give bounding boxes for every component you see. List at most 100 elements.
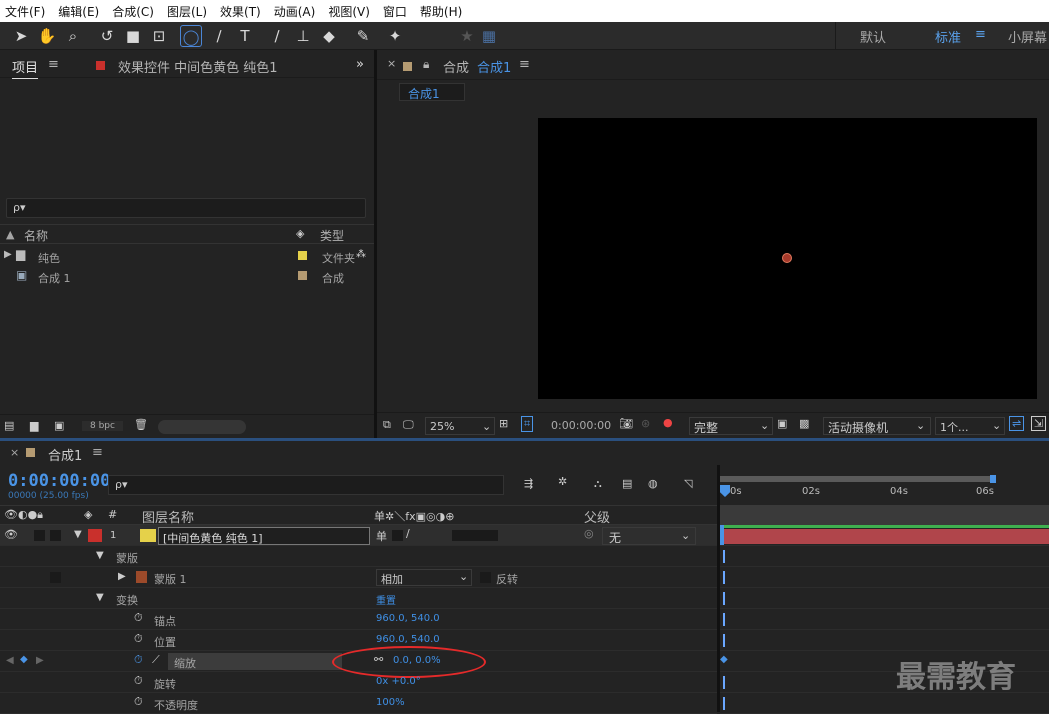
composition-canvas[interactable] — [538, 118, 1037, 399]
menu-composition[interactable]: 合成(C) — [111, 3, 160, 20]
brush-tool-icon[interactable]: ∕ — [266, 25, 288, 47]
stopwatch-icon[interactable]: ⏱︎ — [134, 695, 143, 709]
clone-stamp-tool-icon[interactable]: ⊥ — [292, 25, 314, 47]
workspace-menu-icon[interactable]: ≡ — [975, 27, 986, 42]
menu-view[interactable]: 视图(V) — [327, 3, 376, 20]
eraser-tool-icon[interactable]: ◆ — [318, 25, 340, 47]
tab-effect-controls[interactable]: 效果控件 中间色黄色 纯色1 — [118, 57, 278, 76]
expand-triangle-icon[interactable]: ▶ — [118, 571, 126, 582]
property-track[interactable] — [720, 546, 1049, 567]
label-tag-icon[interactable]: ◈ — [296, 227, 304, 240]
keyframe-diamond-icon[interactable]: ◆ — [20, 654, 28, 665]
visibility-eye-icon[interactable]: 👁︎ — [4, 528, 18, 541]
anchor-point-value[interactable]: 960.0, 540.0 — [376, 613, 440, 624]
snapping-icon[interactable]: ▦ — [478, 25, 500, 47]
label-tag-icon[interactable]: ◈ — [84, 508, 92, 521]
property-row[interactable]: ⏱︎ 锚点 960.0, 540.0 — [0, 609, 717, 630]
motion-blur-icon[interactable]: ◍ — [648, 477, 658, 490]
menu-help[interactable]: 帮助(H) — [419, 3, 468, 20]
shy-switch-icon[interactable]: 单 — [376, 528, 387, 544]
column-name[interactable]: 名称 — [24, 227, 48, 244]
project-search-input[interactable]: ρ▾ — [6, 198, 366, 218]
transparency-grid-icon[interactable]: ▩ — [799, 417, 809, 430]
new-folder-icon[interactable]: ▆ — [30, 419, 38, 432]
menu-animation[interactable]: 动画(A) — [273, 3, 322, 20]
frame-blending-icon[interactable]: ▤ — [622, 477, 632, 490]
project-scrollbar[interactable] — [158, 420, 246, 434]
workspace-small-screen[interactable]: 小屏幕 — [1008, 27, 1047, 46]
new-composition-icon[interactable]: ▣ — [54, 419, 64, 432]
collapse-triangle-icon[interactable]: ▼ — [96, 592, 104, 603]
prev-keyframe-icon[interactable]: ◀ — [6, 655, 14, 666]
masks-group-row[interactable]: ▼ 蒙版 — [0, 546, 717, 567]
list-item[interactable]: ▶ ▆ 纯色 文件夹 ⁂ — [0, 246, 374, 266]
tab-menu-icon[interactable]: ≡ — [519, 57, 530, 72]
tab-menu-icon[interactable]: ≡ — [48, 57, 59, 72]
layer-duration-bar[interactable] — [724, 529, 1049, 544]
collapse-triangle-icon[interactable]: ▼ — [96, 550, 104, 561]
timeline-search-input[interactable]: ρ▾ — [108, 475, 504, 495]
column-switches[interactable]: 单✲＼fx▣◎◑⊕ — [374, 508, 454, 524]
zoom-tool-icon[interactable]: ⌕ — [62, 25, 84, 47]
menu-file[interactable]: 文件(F) — [4, 3, 51, 20]
property-track[interactable] — [720, 567, 1049, 588]
snapshot-camera-icon[interactable]: 📷︎ — [619, 417, 633, 430]
column-type[interactable]: 类型 — [320, 227, 344, 244]
comp-breadcrumb[interactable]: 合成1 — [399, 83, 465, 101]
property-row[interactable]: ⏱︎ 位置 960.0, 540.0 — [0, 630, 717, 651]
pan-behind-tool-icon[interactable]: ⊡ — [148, 25, 170, 47]
menu-effect[interactable]: 效果(T) — [219, 3, 267, 20]
property-track[interactable] — [720, 609, 1049, 630]
timeline-tab[interactable]: 合成1 — [48, 445, 82, 464]
graph-icon[interactable]: ⟋ — [152, 653, 160, 667]
layer-name-field[interactable]: [中间色黄色 纯色 1] — [158, 527, 370, 545]
show-snapshot-icon[interactable]: ⊛ — [641, 417, 650, 430]
monitor-icon[interactable]: 🖵︎ — [403, 418, 414, 432]
tab-menu-icon[interactable]: ≡ — [92, 445, 103, 460]
workspace-standard[interactable]: 标准 — [935, 27, 961, 46]
region-of-interest-icon[interactable]: ▣ — [777, 417, 787, 430]
collapse-triangle-icon[interactable]: ▼ — [74, 529, 82, 540]
camera-dropdown[interactable]: 活动摄像机 ⌄ — [823, 417, 931, 435]
graph-editor-icon[interactable]: ◹ — [684, 477, 692, 490]
property-row[interactable]: ⏱︎ 不透明度 100% — [0, 693, 717, 714]
opacity-value[interactable]: 100% — [376, 697, 405, 708]
invert-checkbox[interactable] — [480, 572, 491, 583]
playhead[interactable] — [720, 485, 730, 497]
quality-switch-icon[interactable]: ∕ — [406, 527, 410, 540]
roto-brush-tool-icon[interactable]: ✎ — [352, 25, 374, 47]
quality-dropdown[interactable]: 完整 ⌄ — [689, 417, 773, 435]
expand-triangle-icon[interactable]: ▶ — [4, 249, 12, 260]
transform-group-row[interactable]: ▼ 变换 重置 — [0, 588, 717, 609]
hierarchy-icon[interactable]: ⁂ — [356, 249, 366, 260]
layer-row[interactable]: 👁︎ ▼ 1 [中间色黄色 纯色 1] 单 ∕ ◎ 无 ⌄ — [0, 525, 717, 546]
stopwatch-icon[interactable]: ⏱︎ — [134, 674, 143, 688]
pen-tool-icon[interactable]: ∕ — [208, 25, 230, 47]
hide-shy-icon[interactable]: ⛬ — [594, 477, 602, 491]
camera-tool-icon[interactable]: ■ — [122, 25, 144, 47]
mask-row[interactable]: ▶ 蒙版 1 相加 ⌄ 反转 — [0, 567, 717, 588]
av-features-icons[interactable]: 👁︎◐●🔒︎ — [4, 508, 43, 522]
column-layer-name[interactable]: 图层名称 — [142, 507, 194, 526]
layer-label-color[interactable] — [88, 529, 102, 542]
property-track[interactable] — [720, 588, 1049, 609]
viewer-tab-label[interactable]: 合成 — [443, 57, 469, 76]
viewer-comp-name[interactable]: 合成1 — [477, 57, 511, 76]
next-keyframe-icon[interactable]: ▶ — [36, 655, 44, 666]
property-track[interactable] — [720, 630, 1049, 651]
resolution-icon[interactable]: ⊞ — [499, 417, 508, 430]
puppet-pin-tool-icon[interactable]: ✦ — [384, 25, 406, 47]
interpret-footage-icon[interactable]: ▤ — [4, 419, 14, 432]
property-row[interactable]: ⏱︎ 旋转 0x +0.0° — [0, 672, 717, 693]
mask-mode-dropdown[interactable]: 相加 ⌄ — [376, 569, 472, 586]
ellipse-tool-icon[interactable]: ◯ — [180, 25, 202, 47]
item-label-color[interactable] — [298, 271, 307, 280]
parent-dropdown[interactable]: 无 ⌄ — [602, 527, 696, 545]
ellipse-mask-shape[interactable] — [782, 253, 792, 263]
reset-link[interactable]: 重置 — [376, 592, 396, 607]
stopwatch-icon[interactable]: ⏱︎ — [134, 611, 143, 625]
property-row[interactable]: ◀ ◆ ▶ ⏱︎ ⟋ 缩放 ⚯ 0.0, 0.0% — [0, 646, 717, 678]
fast-preview-icon[interactable]: ⇌ — [1009, 416, 1025, 431]
stopwatch-icon[interactable]: ⏱︎ — [134, 653, 143, 667]
current-time-display[interactable]: 0:00:00:00 — [8, 471, 110, 491]
